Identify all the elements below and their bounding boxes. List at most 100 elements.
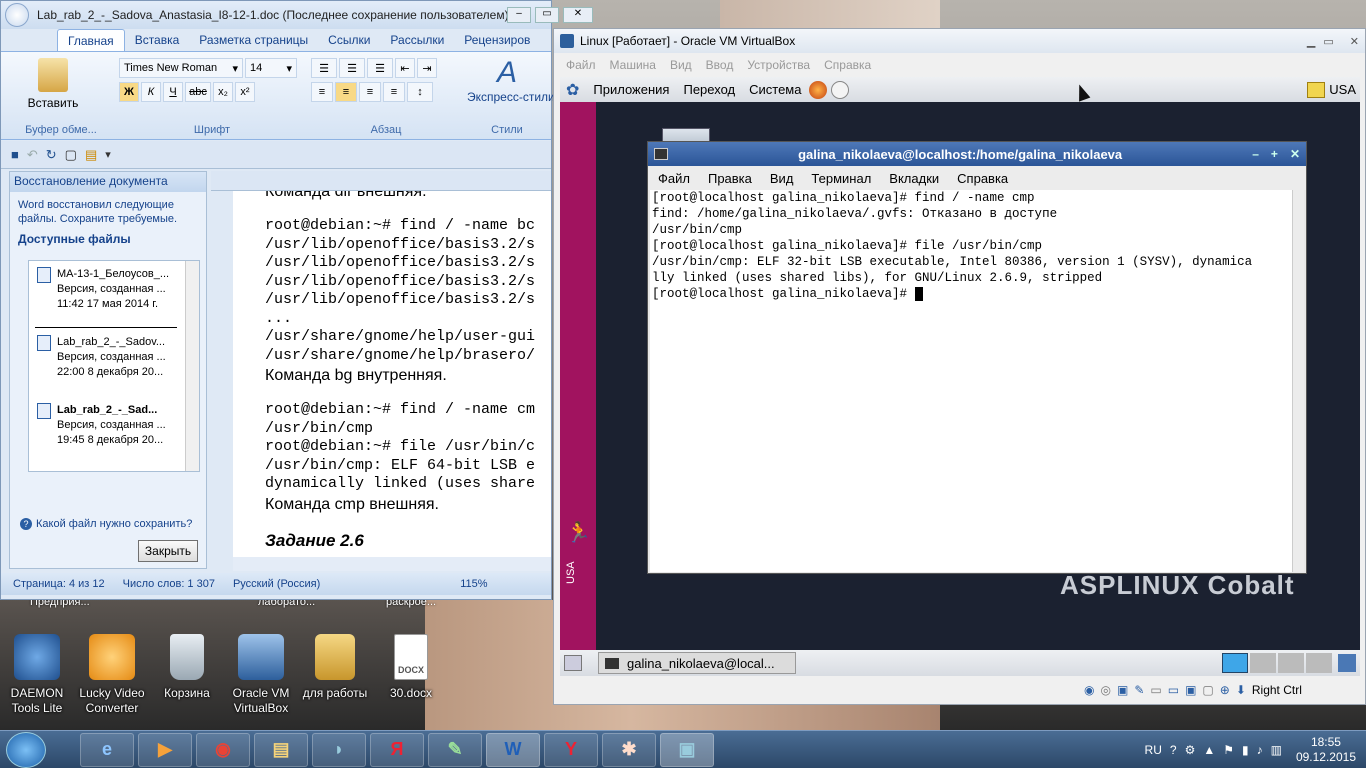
justify-button[interactable]: ≡ [383, 82, 405, 102]
virtualbox-taskbar-icon[interactable]: ▣ [660, 732, 714, 767]
battery-icon[interactable]: ▮ [1242, 743, 1249, 757]
close-button[interactable]: ✕ [563, 7, 593, 23]
print-preview-icon[interactable]: ▢ [65, 147, 77, 163]
numbering-button[interactable]: ☰ [339, 58, 365, 78]
horizontal-scrollbar[interactable] [233, 557, 551, 571]
workspace-3[interactable] [1278, 653, 1304, 673]
italic-button[interactable]: К [141, 82, 161, 102]
mail-icon[interactable] [831, 80, 850, 99]
status-page[interactable]: Страница: 4 из 12 [13, 578, 105, 590]
menu-help[interactable]: Справка [824, 58, 871, 72]
status-zoom[interactable]: 115% [460, 578, 487, 590]
terminal-menu-terminal[interactable]: Терминал [811, 171, 871, 186]
tab-mailings[interactable]: Рассылки [380, 29, 454, 51]
tab-references[interactable]: Ссылки [318, 29, 380, 51]
mouse-integration-icon[interactable]: ⊕ [1220, 683, 1230, 697]
tab-insert[interactable]: Вставка [125, 29, 190, 51]
host-key-icon[interactable]: ⬇ [1236, 683, 1246, 697]
menu-file[interactable]: Файл [566, 58, 596, 72]
firefox-icon[interactable] [809, 80, 828, 99]
terminal-scrollbar[interactable] [1292, 190, 1304, 572]
show-hidden-icons-icon[interactable]: ▲ [1203, 743, 1215, 757]
internet-explorer-icon[interactable]: e [80, 732, 134, 767]
menu-input[interactable]: Ввод [706, 58, 734, 72]
status-words[interactable]: Число слов: 1 307 [123, 578, 215, 590]
subscript-button[interactable]: x₂ [213, 82, 233, 102]
maximize-button[interactable]: ▭ [1323, 35, 1333, 48]
workspace-4[interactable] [1306, 653, 1332, 673]
close-pane-button[interactable]: Закрыть [138, 540, 198, 562]
paste-button[interactable]: Вставить [23, 58, 83, 110]
recovery-file-item[interactable]: МА-13-1_Белоусов_... Версия, созданная .… [37, 267, 183, 312]
workspace-1[interactable] [1222, 653, 1248, 673]
file-explorer-icon[interactable]: ▤ [254, 732, 308, 767]
terminal-menu-view[interactable]: Вид [770, 171, 794, 186]
print-icon[interactable]: ▤ [85, 147, 97, 163]
recovery-scrollbar[interactable] [185, 261, 199, 471]
show-desktop-icon[interactable] [564, 655, 582, 671]
ruler[interactable] [211, 171, 551, 191]
workspace-2[interactable] [1250, 653, 1276, 673]
tab-page-layout[interactable]: Разметка страницы [189, 29, 318, 51]
language-indicator[interactable]: RU [1145, 743, 1162, 757]
desktop-icon-lucky-video[interactable]: Lucky Video Converter [75, 634, 149, 716]
recording-icon[interactable]: ▢ [1202, 683, 1213, 697]
terminal-menu-tabs[interactable]: Вкладки [889, 171, 939, 186]
seamless-icon[interactable]: ▣ [1185, 683, 1196, 697]
display-icon[interactable]: ▭ [1168, 683, 1179, 697]
guest-task-terminal[interactable]: galina_nikolaeva@local... [598, 652, 796, 674]
volume-icon[interactable]: ♪ [1257, 743, 1263, 757]
status-language[interactable]: Русский (Россия) [233, 578, 320, 590]
network-icon[interactable]: ▥ [1271, 743, 1282, 757]
strikethrough-button[interactable]: abc [185, 82, 211, 102]
paint-icon[interactable]: ✎ [428, 732, 482, 767]
yandex-browser-icon[interactable]: Y [544, 732, 598, 767]
minimize-button[interactable]: ▁ [1307, 35, 1315, 48]
paint-net-icon[interactable]: ✱ [602, 732, 656, 767]
chrome-icon[interactable]: ◉ [196, 732, 250, 767]
close-button[interactable]: ✕ [1290, 147, 1300, 161]
desktop-icon-recycle-bin[interactable]: Корзина [150, 634, 224, 701]
yandex-icon[interactable]: Я [370, 732, 424, 767]
guest-menu-system[interactable]: Система [749, 82, 801, 97]
maximize-button[interactable]: ▭ [535, 7, 559, 23]
action-center-icon[interactable]: ⚑ [1223, 743, 1234, 757]
media-player-icon[interactable]: ▶ [138, 732, 192, 767]
desktop-icon-daemon-tools[interactable]: DAEMON Tools Lite [0, 634, 74, 716]
align-center-button[interactable]: ≡ [335, 82, 357, 102]
tab-home[interactable]: Главная [57, 28, 125, 52]
tray-icon[interactable]: ⚙ [1185, 743, 1196, 757]
workspace-switcher[interactable] [1222, 653, 1356, 673]
terminal-output[interactable]: [root@localhost galina_nikolaeva]# find … [650, 190, 1292, 572]
network-icon[interactable]: ▣ [1117, 683, 1128, 697]
desktop-icon-docx[interactable]: DOCX 30.docx [374, 634, 448, 701]
recovery-file-item[interactable]: Lab_rab_2_-_Sad... Версия, созданная ...… [37, 403, 183, 448]
menu-view[interactable]: Вид [670, 58, 692, 72]
help-link[interactable]: ? Какой файл нужно сохранить? [20, 518, 192, 530]
decrease-indent-button[interactable]: ⇤ [395, 58, 415, 78]
guest-menu-places[interactable]: Переход [683, 82, 735, 97]
terminal-titlebar[interactable]: galina_nikolaeva@localhost:/home/galina_… [648, 142, 1306, 166]
bullets-button[interactable]: ☰ [311, 58, 337, 78]
office-button-icon[interactable] [5, 3, 29, 27]
shared-folders-icon[interactable]: ▭ [1150, 683, 1161, 697]
quick-styles-button[interactable]: A Экспресс-стили [467, 56, 555, 104]
close-button[interactable]: ✕ [1350, 35, 1359, 48]
tab-review[interactable]: Рецензиров [454, 29, 540, 51]
minimize-button[interactable]: – [507, 7, 531, 23]
hdd-icon[interactable]: ◉ [1084, 683, 1094, 697]
clock[interactable]: 18:55 09.12.2015 [1296, 735, 1356, 765]
font-name-select[interactable]: Times New Roman ▾ [119, 58, 243, 78]
gnome-foot-icon[interactable]: ✿ [566, 80, 579, 100]
align-left-button[interactable]: ≡ [311, 82, 333, 102]
recovery-file-item[interactable]: Lab_rab_2_-_Sadov... Версия, созданная .… [37, 335, 183, 380]
word-titlebar[interactable]: Lab_rab_2_-_Sadova_Anastasia_I8-12-1.doc… [1, 1, 593, 29]
superscript-button[interactable]: x² [235, 82, 255, 102]
maximize-button[interactable]: + [1271, 147, 1278, 161]
terminal-menu-edit[interactable]: Правка [708, 171, 752, 186]
underline-button[interactable]: Ч [163, 82, 183, 102]
terminal-menu-help[interactable]: Справка [957, 171, 1008, 186]
menu-devices[interactable]: Устройства [747, 58, 810, 72]
multilevel-list-button[interactable]: ☰ [367, 58, 393, 78]
save-icon[interactable]: ■ [11, 147, 19, 162]
